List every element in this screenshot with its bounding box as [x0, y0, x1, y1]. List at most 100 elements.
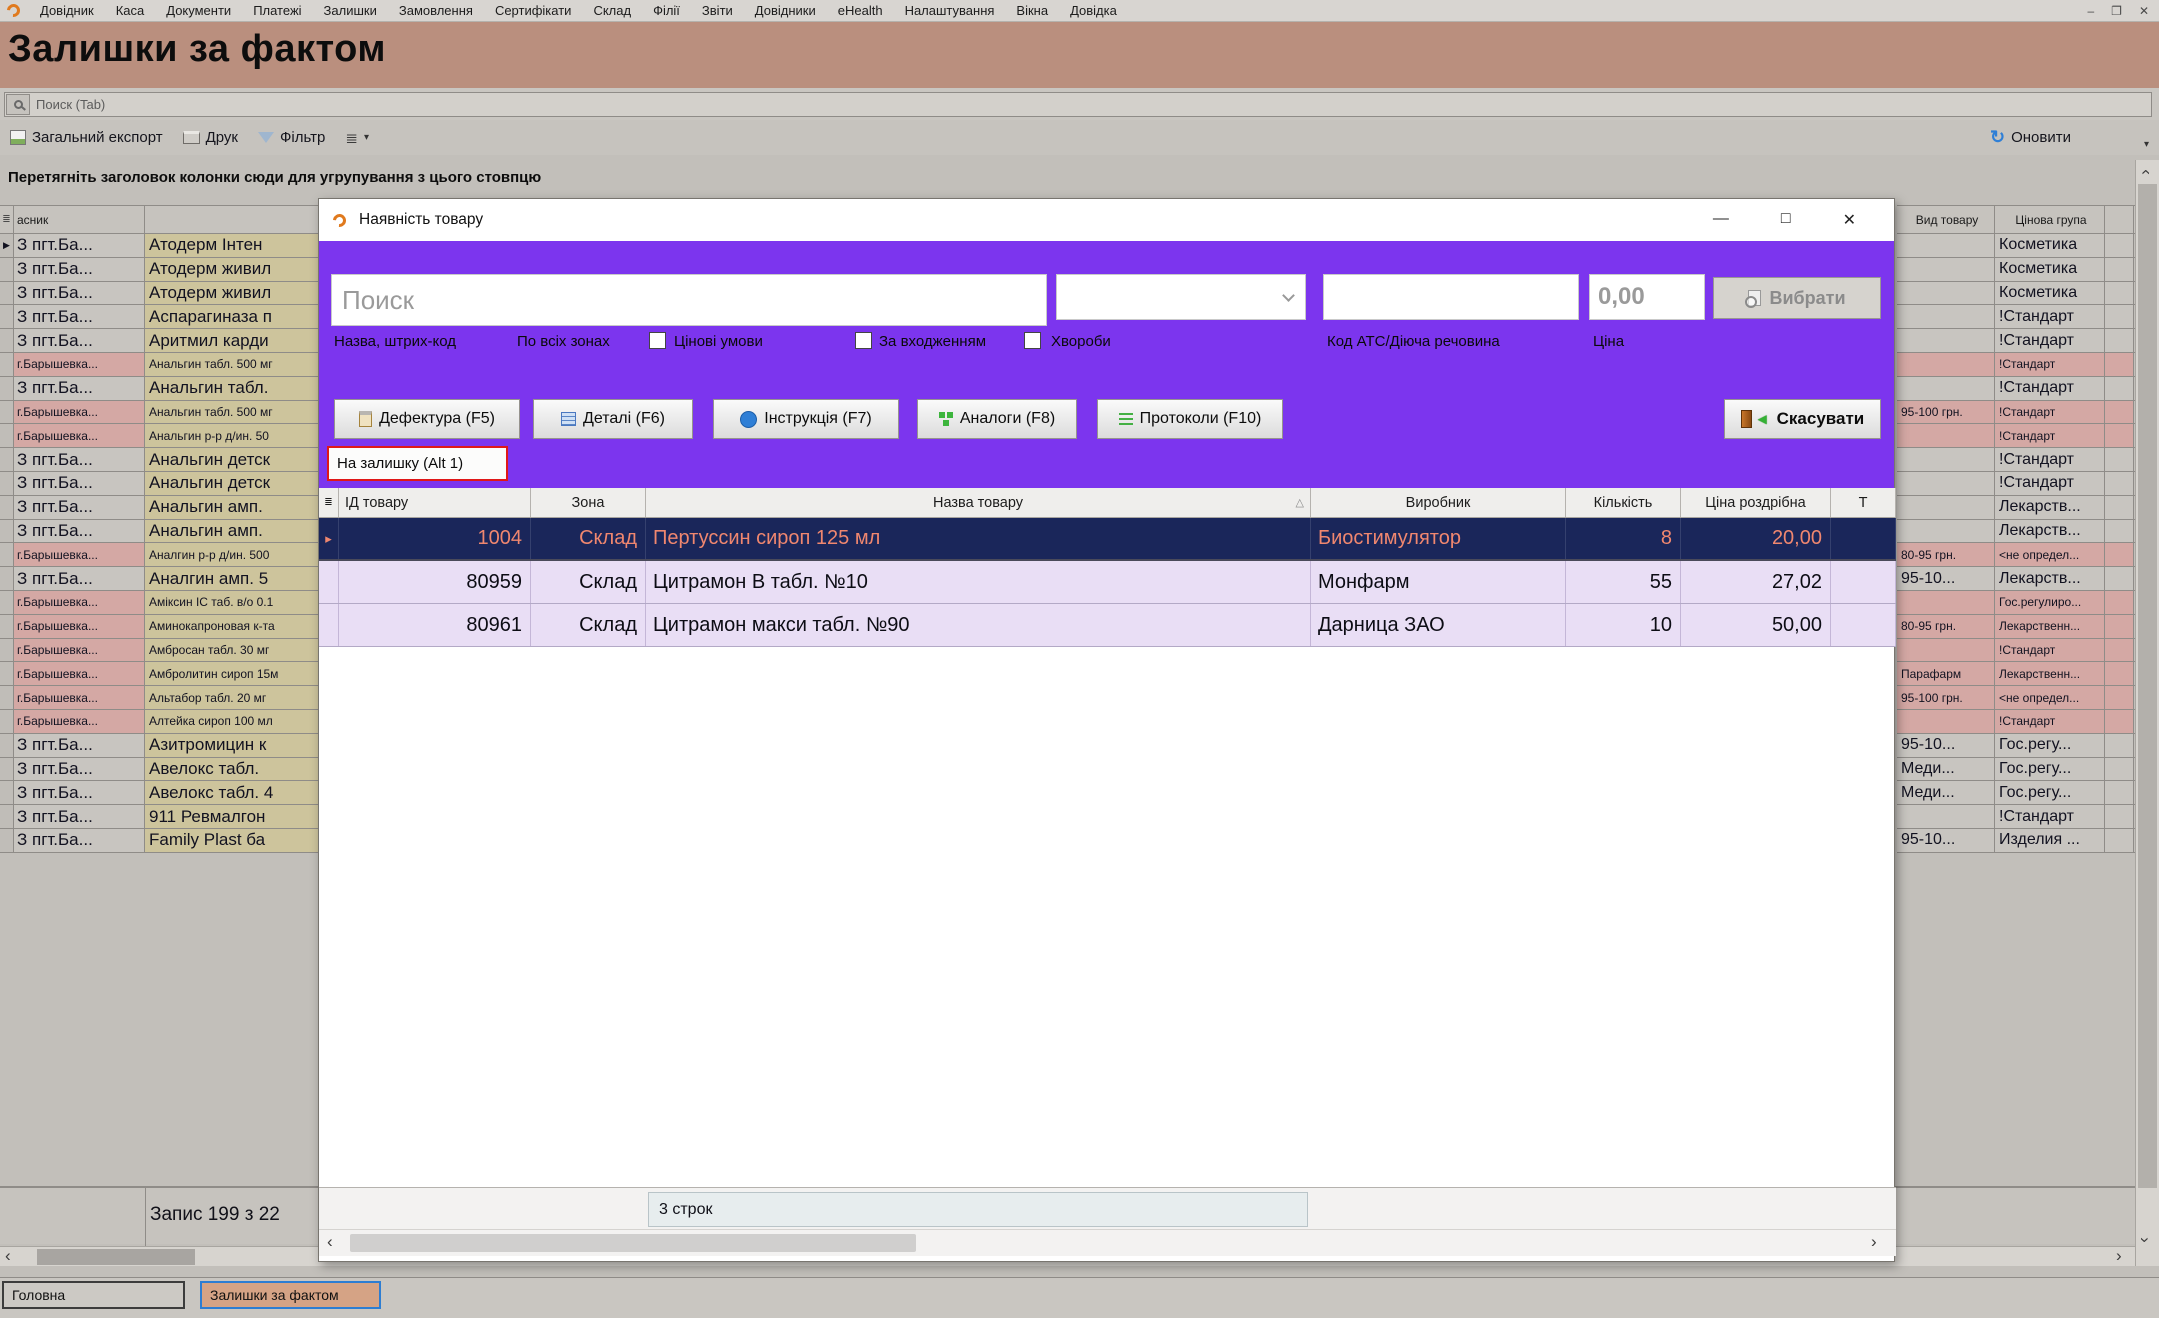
dialog-horizontal-scrollbar[interactable]: ‹ ›	[319, 1229, 1896, 1256]
dialog-table-row[interactable]: 80959СкладЦитрамон В табл. №10Монфарм552…	[319, 561, 1896, 604]
table-row-right[interactable]: !Стандарт	[1897, 424, 2136, 448]
owner-column-header[interactable]: асник	[14, 206, 145, 233]
table-row[interactable]: З пгт.Ба...Авелокс табл.	[0, 758, 319, 782]
table-row[interactable]: З пгт.Ба...Атодерм живил	[0, 258, 319, 282]
menu-item[interactable]: Склад	[582, 3, 642, 18]
table-row-right[interactable]: 95-100 грн.<не определ...	[1897, 686, 2136, 710]
dialog-titlebar[interactable]: Наявність товару —□✕	[319, 199, 1894, 241]
select-button[interactable]: Вибрати	[1713, 277, 1881, 319]
search-input[interactable]: Поиск (Tab)	[4, 92, 2152, 117]
column-header[interactable]: Ціна роздрібна	[1681, 488, 1831, 517]
by-entry-checkbox[interactable]	[855, 332, 872, 349]
table-row-right[interactable]: !Стандарт	[1897, 353, 2136, 377]
table-row-right[interactable]: Гос.регулиро...	[1897, 591, 2136, 615]
table-row[interactable]: г.Барышевка...Анальгин табл. 500 мг	[0, 401, 319, 425]
scroll-up-icon[interactable]: ›	[2137, 169, 2153, 175]
table-row-right[interactable]: 95-10...Изделия ...	[1897, 829, 2136, 853]
table-row[interactable]: г.Барышевка...Алтейка сироп 100 мл	[0, 710, 319, 734]
table-row[interactable]: г.Барышевка...Аналгин р-р д/ин. 500	[0, 543, 319, 567]
table-row-right[interactable]: 95-10...Гос.регу...	[1897, 734, 2136, 758]
table-row-right[interactable]: 80-95 грн.<не определ...	[1897, 543, 2136, 567]
close-button[interactable]: ✕	[2139, 4, 2149, 18]
action-button[interactable]: Деталі (F6)	[533, 399, 693, 439]
horizontal-scroll-thumb[interactable]	[37, 1249, 195, 1265]
table-row[interactable]: З пгт.Ба...Аритмил карди	[0, 329, 319, 353]
vertical-scroll-thumb[interactable]	[2138, 184, 2157, 1188]
taskbar-tab-home[interactable]: Головна	[2, 1281, 185, 1309]
table-row[interactable]: З пгт.Ба...Азитромицин к	[0, 734, 319, 758]
table-row-right[interactable]: 95-100 грн.!Стандарт	[1897, 401, 2136, 425]
dialog-minimize-button[interactable]: —	[1713, 210, 1729, 230]
column-header[interactable]: ІД товару	[339, 488, 531, 517]
menu-item[interactable]: Залишки	[313, 3, 388, 18]
product-column-header[interactable]	[145, 206, 319, 233]
table-row[interactable]: г.Барышевка...Аминокапроновая к-та	[0, 615, 319, 639]
menu-item[interactable]: Замовлення	[388, 3, 484, 18]
dialog-scroll-thumb[interactable]	[350, 1234, 916, 1252]
table-row[interactable]: ▶З пгт.Ба...Атодерм Інтен	[0, 234, 319, 258]
table-row[interactable]: З пгт.Ба...Атодерм живил	[0, 282, 319, 306]
table-row-right[interactable]: 95-10...Лекарств...	[1897, 567, 2136, 591]
menu-item[interactable]: Вікна	[1005, 3, 1059, 18]
tab-on-stock[interactable]: На залишку (Alt 1)	[327, 446, 508, 481]
table-row[interactable]: З пгт.Ба...Аспарагиназа п	[0, 305, 319, 329]
menu-item[interactable]: Довідка	[1059, 3, 1128, 18]
table-row[interactable]: г.Барышевка...Амбросан табл. 30 мг	[0, 639, 319, 663]
table-row[interactable]: З пгт.Ба...911 Ревмалгон	[0, 805, 319, 829]
menu-item[interactable]: eHealth	[827, 3, 894, 18]
table-row[interactable]: г.Барышевка...Аміксин ІС таб. в/о 0.1	[0, 591, 319, 615]
table-row[interactable]: З пгт.Ба...Family Plast ба	[0, 829, 319, 853]
dialog-table-header[interactable]: ≣ІД товаруЗонаНазва товару△ВиробникКільк…	[319, 488, 1896, 518]
taskbar-tab-stock[interactable]: Залишки за фактом	[200, 1281, 381, 1309]
stock-table-header[interactable]: ≣ асник	[0, 206, 319, 234]
table-row-right[interactable]: !Стандарт	[1897, 639, 2136, 663]
action-button[interactable]: Інструкція (F7)	[713, 399, 899, 439]
price-input[interactable]: 0,00	[1589, 274, 1705, 320]
table-row-right[interactable]: Косметика	[1897, 258, 2136, 282]
table-row-right[interactable]: ПарафармЛекарственн...	[1897, 662, 2136, 686]
table-row[interactable]: г.Барышевка...Анальгин табл. 500 мг	[0, 353, 319, 377]
table-row[interactable]: З пгт.Ба...Анальгин детск	[0, 448, 319, 472]
price-group-column-header[interactable]: Цінова група	[1995, 206, 2105, 233]
scroll-down-icon[interactable]: ›	[2137, 1237, 2153, 1243]
scroll-left-icon[interactable]: ‹	[5, 1248, 11, 1264]
dialog-table-row[interactable]: ▸1004СкладПертуссин сироп 125 млБиостиму…	[319, 518, 1896, 561]
table-row[interactable]: З пгт.Ба...Аналгин амп. 5	[0, 567, 319, 591]
menu-item[interactable]: Платежі	[242, 3, 312, 18]
table-row[interactable]: З пгт.Ба...Анальгин амп.	[0, 496, 319, 520]
table-row-right[interactable]: !Стандарт	[1897, 377, 2136, 401]
column-header[interactable]: Зона	[531, 488, 646, 517]
restore-button[interactable]: ❐	[2111, 4, 2122, 18]
table-row-right[interactable]: !Стандарт	[1897, 305, 2136, 329]
vertical-scrollbar[interactable]: › ›	[2135, 160, 2159, 1266]
print-button[interactable]: Друк	[173, 120, 248, 155]
table-row[interactable]: г.Барышевка...Альтабор табл. 20 мг	[0, 686, 319, 710]
column-header[interactable]: Кількість	[1566, 488, 1681, 517]
kind-column-header[interactable]: Вид товару	[1897, 206, 1995, 233]
filter-button[interactable]: Фільтр	[248, 120, 335, 155]
menu-item[interactable]: Філії	[642, 3, 691, 18]
menu-item[interactable]: Звіти	[691, 3, 744, 18]
menu-item[interactable]: Каса	[105, 3, 156, 18]
table-row-right[interactable]: Лекарств...	[1897, 496, 2136, 520]
table-row[interactable]: г.Барышевка...Амбролитин сироп 15м	[0, 662, 319, 686]
search-icon[interactable]	[6, 94, 30, 115]
table-row-right[interactable]: Косметика	[1897, 234, 2136, 258]
table-row-right[interactable]: !Стандарт	[1897, 710, 2136, 734]
refresh-button[interactable]: ↻ Оновити	[1980, 120, 2081, 155]
dialog-search-input[interactable]: Поиск	[331, 274, 1047, 326]
table-row-right[interactable]: !Стандарт	[1897, 448, 2136, 472]
action-button[interactable]: Протоколи (F10)	[1097, 399, 1283, 439]
column-header[interactable]: Виробник	[1311, 488, 1566, 517]
export-button[interactable]: Загальний експорт	[0, 120, 173, 155]
table-row-right[interactable]: !Стандарт	[1897, 472, 2136, 496]
scroll-right-icon[interactable]: ›	[2116, 1248, 2122, 1264]
menu-item[interactable]: Сертифікати	[484, 3, 583, 18]
scroll-left-icon[interactable]: ‹	[327, 1234, 333, 1250]
table-row-right[interactable]: 80-95 грн.Лекарственн...	[1897, 615, 2136, 639]
menu-item[interactable]: Документи	[155, 3, 242, 18]
dialog-close-button[interactable]: ✕	[1843, 210, 1856, 230]
column-header[interactable]: Назва товару△	[646, 488, 1311, 517]
action-button[interactable]: Аналоги (F8)	[917, 399, 1077, 439]
action-button[interactable]: Дефектура (F5)	[334, 399, 520, 439]
